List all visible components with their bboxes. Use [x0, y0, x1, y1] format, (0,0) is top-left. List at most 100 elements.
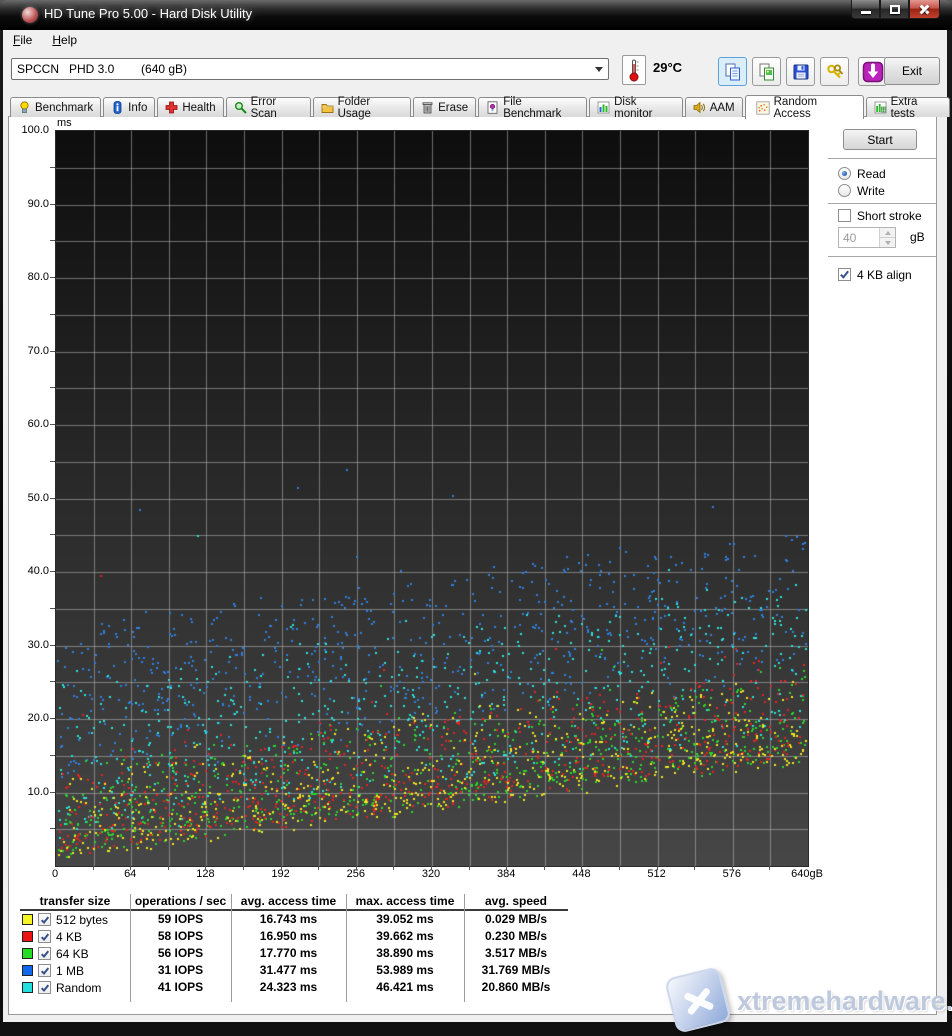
write-label: Write: [857, 184, 885, 198]
minimize-icon: [861, 11, 871, 14]
series-checkbox[interactable]: [38, 981, 51, 994]
column-separator: [130, 894, 131, 1002]
write-radio[interactable]: [838, 184, 851, 197]
close-button[interactable]: [909, 0, 940, 19]
stroke-value: 40: [839, 228, 879, 247]
results-table: transfer size operations / sec avg. acce…: [20, 894, 568, 996]
table-row: Random 41 IOPS 46.421 ms 24.323 ms 46.42…: [20, 979, 568, 996]
copy-image-button[interactable]: [752, 57, 781, 86]
thermometer-icon: [628, 58, 640, 82]
table-row: 4 KB 58 IOPS 16.950 ms 39.662 ms 0.230 M…: [20, 928, 568, 945]
random-access-icon: [756, 101, 770, 115]
bar-chart-icon: [597, 101, 610, 114]
menu-help[interactable]: Help: [42, 31, 87, 49]
tab-disk-monitor[interactable]: Disk monitor: [589, 97, 683, 117]
benchmark-icon: [18, 101, 31, 114]
menu-file[interactable]: File: [3, 31, 42, 49]
close-icon: [919, 4, 930, 15]
legend-swatch: [22, 982, 33, 993]
health-cross-icon: [165, 101, 178, 114]
titlebar[interactable]: HD Tune Pro 5.00 - Hard Disk Utility: [0, 0, 952, 30]
results-header-row: transfer size operations / sec avg. acce…: [20, 894, 568, 911]
tab-folder-usage[interactable]: Folder Usage: [313, 97, 412, 117]
tab-info[interactable]: Info: [103, 97, 155, 117]
align-label: 4 KB align: [857, 268, 912, 282]
tab-extra-tests[interactable]: Extra tests: [866, 97, 950, 117]
legend-swatch: [22, 931, 33, 942]
table-row: 512 bytes 59 IOPS 16.743 ms 39.052 ms 0.…: [20, 911, 568, 928]
save-button[interactable]: [786, 57, 815, 86]
series-checkbox[interactable]: [38, 964, 51, 977]
magnifier-icon: [234, 101, 247, 114]
chevron-down-icon: [590, 59, 608, 79]
read-label: Read: [857, 167, 886, 181]
align-checkbox[interactable]: [838, 268, 851, 281]
tabbar: Benchmark Info Health Error Scan Folder …: [10, 95, 952, 117]
y-axis-labels: 100.090.080.070.060.050.040.030.020.010.…: [0, 130, 52, 865]
short-stroke-label: Short stroke: [857, 209, 922, 223]
random-access-scatter-plot: [55, 130, 809, 867]
save-icon: [791, 62, 811, 82]
tab-file-benchmark[interactable]: File Benchmark: [478, 97, 587, 117]
speaker-icon: [693, 101, 706, 114]
options-button[interactable]: [820, 57, 849, 86]
series-checkbox[interactable]: [38, 913, 51, 926]
short-stroke-checkbox[interactable]: [838, 209, 851, 222]
folder-icon: [321, 101, 334, 114]
table-row: 64 KB 56 IOPS 17.770 ms 38.890 ms 3.517 …: [20, 945, 568, 962]
temperature-button[interactable]: [622, 55, 646, 85]
toolbar: SPCCN PHD 3.0 (640 gB) 29°C: [3, 49, 947, 94]
trash-icon: [421, 101, 434, 114]
keys-icon: [825, 62, 845, 82]
series-checkbox[interactable]: [38, 930, 51, 943]
tab-aam[interactable]: AAM: [685, 97, 743, 117]
info-icon: [111, 101, 124, 114]
short-stroke-size-stepper[interactable]: 40: [838, 227, 896, 248]
column-separator: [231, 894, 232, 1002]
tab-error-scan[interactable]: Error Scan: [226, 97, 311, 117]
copy-icon: [723, 62, 743, 82]
y-axis-ticks: [50, 130, 55, 865]
x-axis-labels: 064128192256320384448512576640gB: [55, 868, 807, 882]
tab-random-access[interactable]: Random Access: [745, 95, 864, 119]
watermark-text: xtremehardware.com: [737, 986, 952, 1017]
legend-swatch: [22, 965, 33, 976]
exit-button[interactable]: Exit: [884, 57, 940, 85]
legend-swatch: [22, 948, 33, 959]
panel-separator: [828, 158, 936, 159]
column-separator: [464, 894, 465, 1002]
check-icon: [839, 269, 850, 280]
tab-benchmark[interactable]: Benchmark: [10, 97, 101, 117]
copy-image-icon: [757, 62, 777, 82]
tab-erase[interactable]: Erase: [413, 97, 476, 117]
extra-tests-icon: [874, 101, 887, 114]
maximize-button[interactable]: [880, 0, 909, 19]
panel-separator: [828, 203, 936, 204]
copy-button[interactable]: [718, 57, 747, 86]
table-row: 1 MB 31 IOPS 31.477 ms 53.989 ms 31.769 …: [20, 962, 568, 979]
legend-swatch: [22, 914, 33, 925]
file-benchmark-icon: [486, 101, 499, 114]
download-arrow-icon: [862, 61, 884, 83]
stroke-unit-label: gB: [910, 230, 925, 244]
stepper-down-icon[interactable]: [880, 238, 895, 247]
x-axis-ticks: [55, 866, 807, 870]
stepper-up-icon[interactable]: [880, 228, 895, 238]
minimize-button[interactable]: [851, 0, 880, 19]
menubar: File Help: [3, 30, 947, 49]
temperature-value: 29°C: [653, 60, 682, 75]
tab-health[interactable]: Health: [157, 97, 223, 117]
download-button[interactable]: [858, 57, 887, 86]
column-separator: [346, 894, 347, 1002]
y-axis-unit-label: ms: [57, 117, 72, 129]
maximize-icon: [890, 5, 900, 14]
drive-select-dropdown[interactable]: SPCCN PHD 3.0 (640 gB): [11, 58, 609, 80]
start-button[interactable]: Start: [843, 129, 917, 150]
app-icon: [22, 7, 38, 23]
drive-select-value: SPCCN PHD 3.0 (640 gB): [12, 62, 590, 76]
panel-separator: [828, 256, 936, 257]
app-window: HD Tune Pro 5.00 - Hard Disk Utility Fil…: [0, 0, 952, 1036]
series-checkbox[interactable]: [38, 947, 51, 960]
window-controls: [851, 0, 940, 19]
read-radio[interactable]: [838, 167, 851, 180]
